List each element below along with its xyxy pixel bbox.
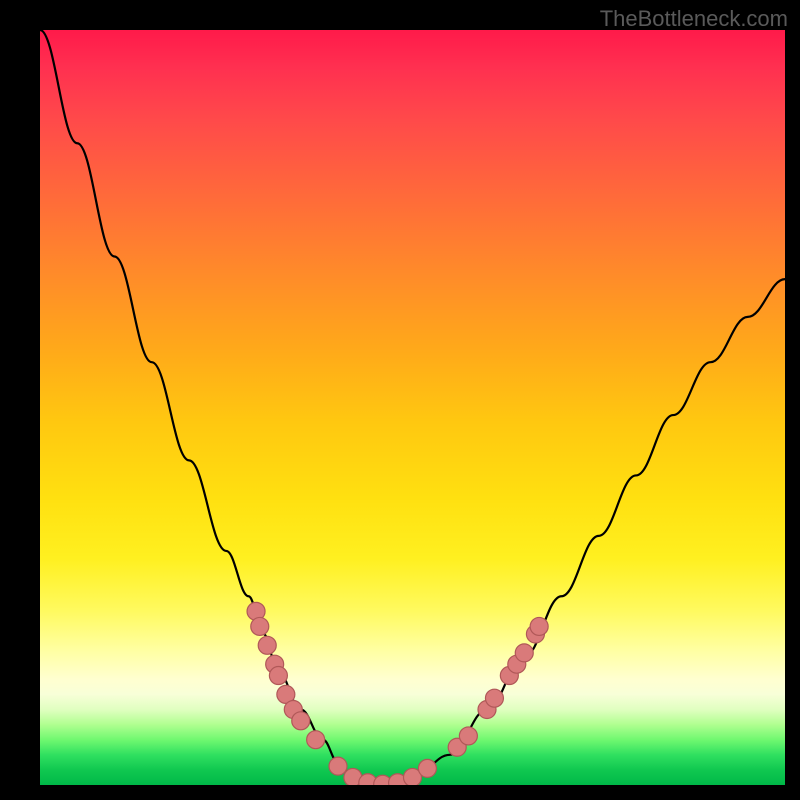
curve-marker — [307, 731, 325, 749]
curve-marker — [530, 617, 548, 635]
curve-marker — [258, 636, 276, 654]
curve-marker — [515, 644, 533, 662]
curve-marker — [459, 727, 477, 745]
plot-area — [40, 30, 785, 785]
curve-marker — [329, 757, 347, 775]
curve-marker — [292, 712, 310, 730]
curve-marker — [485, 689, 503, 707]
watermark-text: TheBottleneck.com — [600, 6, 788, 32]
curve-markers — [247, 602, 548, 785]
bottleneck-curve — [40, 30, 785, 785]
curve-marker — [251, 617, 269, 635]
curve-marker — [418, 759, 436, 777]
curve-svg — [40, 30, 785, 785]
curve-marker — [269, 667, 287, 685]
